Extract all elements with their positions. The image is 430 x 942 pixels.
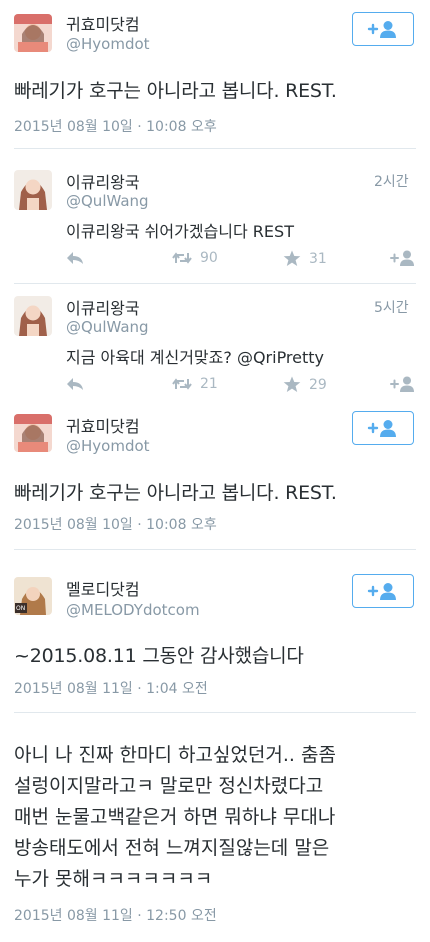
avatar[interactable] — [14, 14, 52, 52]
follow-icon-button[interactable] — [390, 375, 416, 393]
favorite-button[interactable]: 31 — [283, 250, 327, 267]
tweet-text: ~2015.08.11 그동안 감사했습니다 — [14, 645, 304, 667]
avatar[interactable] — [14, 414, 52, 452]
divider — [14, 283, 416, 284]
star-icon — [283, 250, 301, 266]
add-user-icon — [367, 21, 396, 38]
display-name[interactable]: 이큐리왕국 — [66, 295, 140, 319]
tweet-timestamp[interactable]: 2015년 08월 10일 · 10:08 오후 — [14, 514, 217, 534]
tweet-text: 빠레기가 호구는 아니라고 봅니다. REST. — [14, 80, 337, 102]
retweet-button[interactable]: 90 — [172, 250, 218, 266]
avatar[interactable]: ON — [14, 577, 52, 615]
divider — [14, 549, 416, 550]
user-handle[interactable]: @MELODYdotcom — [66, 601, 200, 619]
tweet-text-line: 매번 눈물고백같은거 하면 뭐하냐 무대나 — [14, 806, 336, 828]
divider — [14, 148, 416, 149]
follow-button[interactable] — [352, 574, 414, 608]
tweet-text-line: 누가 못해ㅋㅋㅋㅋㅋㅋㅋ — [14, 868, 213, 890]
user-handle[interactable]: @Hyomdot — [66, 35, 150, 53]
avatar-badge: ON — [16, 605, 26, 612]
avatar-image — [14, 14, 52, 52]
avatar-image — [14, 414, 52, 452]
favorite-count: 31 — [309, 250, 327, 267]
retweet-button[interactable]: 21 — [172, 376, 218, 392]
user-handle[interactable]: @Hyomdot — [66, 437, 150, 455]
add-user-icon — [367, 583, 396, 600]
follow-button[interactable] — [352, 411, 414, 445]
star-icon — [283, 376, 301, 392]
tweet-timestamp[interactable]: 2015년 08월 11일 · 1:04 오전 — [14, 678, 208, 698]
avatar[interactable] — [14, 170, 52, 210]
retweet-icon — [172, 378, 192, 390]
tweet-text-line: 방송태도에서 전혀 느껴지질않는데 말은 — [14, 837, 330, 859]
display-name[interactable]: 귀효미닷컴 — [66, 413, 140, 437]
tweet-text: 빠레기가 호구는 아니라고 봅니다. REST. — [14, 482, 337, 504]
add-user-icon — [390, 376, 414, 392]
avatar-image — [14, 296, 52, 336]
tweet-timestamp[interactable]: 2015년 08월 11일 · 12:50 오전 — [14, 905, 217, 925]
tweet-time-ago[interactable]: 5시간 — [374, 297, 409, 317]
user-handle[interactable]: @QulWang — [66, 192, 149, 210]
avatar-image — [14, 170, 52, 210]
retweet-icon — [172, 252, 192, 264]
retweet-count: 90 — [200, 250, 218, 266]
reply-icon — [67, 252, 83, 264]
add-user-icon — [390, 250, 414, 266]
favorite-count: 29 — [309, 376, 327, 393]
tweet-time-ago[interactable]: 2시간 — [374, 171, 409, 191]
reply-icon — [67, 378, 83, 390]
reply-button[interactable] — [66, 250, 84, 266]
reply-button[interactable] — [66, 376, 84, 392]
tweet-text: 이큐리왕국 쉬어가겠습니다 REST — [66, 222, 294, 241]
retweet-count: 21 — [200, 376, 218, 392]
user-handle[interactable]: @QulWang — [66, 318, 149, 336]
favorite-button[interactable]: 29 — [283, 376, 327, 393]
follow-button[interactable] — [352, 12, 414, 46]
display-name[interactable]: 이큐리왕국 — [66, 169, 140, 193]
tweet-text-line: 설렁이지말라고ㅋ 말로만 정신차렸다고 — [14, 775, 324, 797]
divider — [14, 712, 416, 713]
tweet-text: 아니 나 진짜 한마디 하고싶었던거.. 춤좀 설렁이지말라고ㅋ 말로만 정신차… — [14, 740, 414, 895]
tweet-timestamp[interactable]: 2015년 08월 10일 · 10:08 오후 — [14, 116, 217, 136]
add-user-icon — [367, 420, 396, 437]
display-name[interactable]: 멜로디닷컴 — [66, 576, 140, 600]
avatar[interactable] — [14, 296, 52, 336]
display-name[interactable]: 귀효미닷컴 — [66, 11, 140, 35]
tweet-text-line: 아니 나 진짜 한마디 하고싶었던거.. 춤좀 — [14, 744, 336, 766]
follow-icon-button[interactable] — [390, 249, 416, 267]
tweet-text: 지금 아육대 계신거맞죠? @QriPretty — [66, 348, 325, 367]
